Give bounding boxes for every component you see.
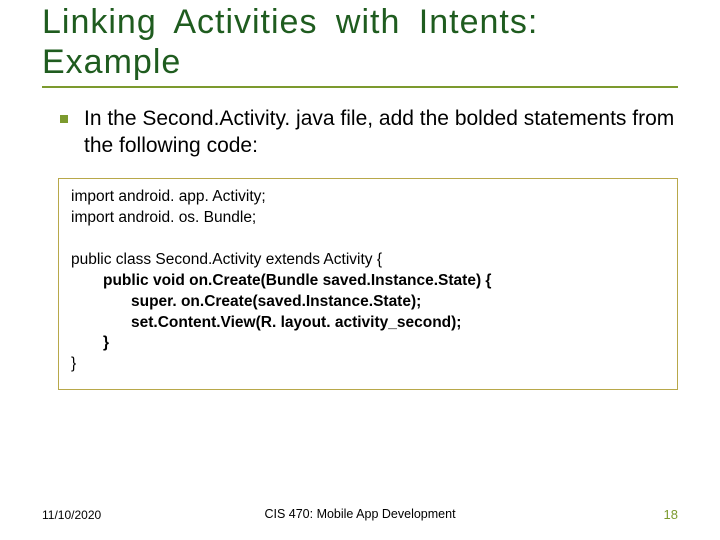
list-item: In the Second.Activity. java file, add t…: [60, 106, 678, 160]
code-line: set.Content.View(R. layout. activity_sec…: [71, 313, 665, 334]
code-line: public class Second.Activity extends Act…: [71, 250, 665, 271]
code-line: import android. app. Activity;: [71, 187, 665, 208]
slide: Linking Activities with Intents: Example…: [0, 0, 720, 540]
body-list: In the Second.Activity. java file, add t…: [60, 106, 678, 160]
code-line: super. on.Create(saved.Instance.State);: [71, 292, 665, 313]
footer: 11/10/2020 CIS 470: Mobile App Developme…: [42, 507, 678, 522]
title-divider: Linking Activities with Intents: Example: [42, 0, 678, 88]
footer-course: CIS 470: Mobile App Development: [42, 507, 678, 521]
code-line: import android. os. Bundle;: [71, 208, 665, 229]
code-block: import android. app. Activity; import an…: [58, 178, 678, 390]
code-line: }: [71, 333, 665, 354]
code-line: }: [71, 354, 665, 375]
slide-title: Linking Activities with Intents: Example: [42, 0, 678, 82]
square-bullet-icon: [60, 115, 68, 123]
code-line: [71, 229, 665, 250]
body-text: In the Second.Activity. java file, add t…: [84, 106, 678, 160]
code-line: public void on.Create(Bundle saved.Insta…: [71, 271, 665, 292]
